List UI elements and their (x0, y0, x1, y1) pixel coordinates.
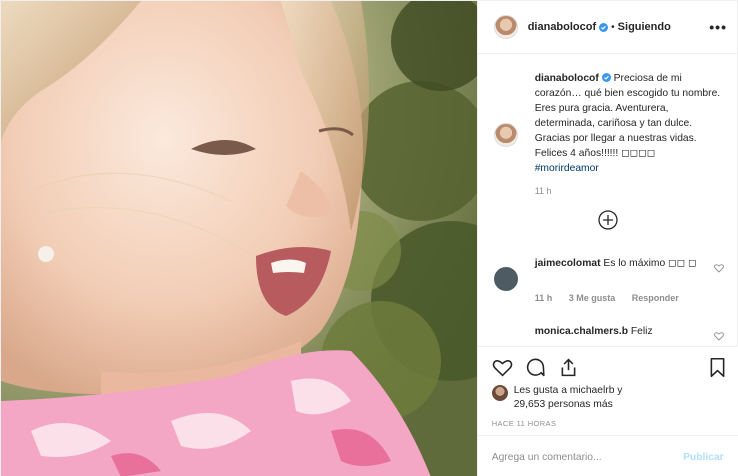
comment-body: monica.chalmers.b Feliz (535, 325, 730, 338)
separator-dot: • (611, 21, 615, 33)
action-icons (492, 357, 727, 379)
post-caption: dianabolocof Preciosa de mi corazón… qué… (493, 71, 730, 199)
comment-like-heart-icon[interactable] (713, 263, 724, 273)
comment-like-heart-icon[interactable] (713, 331, 724, 341)
caption-text: dianabolocof Preciosa de mi corazón… qué… (535, 71, 730, 199)
girl-portrait-image (1, 1, 477, 476)
bookmark-icon[interactable] (708, 357, 727, 378)
caption-username[interactable]: dianabolocof (535, 73, 599, 84)
comment-text: Feliz (630, 326, 653, 337)
caption-time[interactable]: 11 h (535, 184, 730, 199)
add-circle-icon[interactable] (598, 210, 618, 230)
post-actions: Les gusta a michaelrb y 29,653 personas … (477, 346, 738, 476)
comment-likes[interactable]: 3 Me gusta (569, 293, 616, 303)
comment-input[interactable] (491, 451, 684, 463)
verified-badge-icon (601, 73, 611, 82)
comment-meta: 11 h 3 Me gusta Responder (535, 292, 730, 305)
comment-item: jaimecolomat Es lo máximo ◻◻ ◻ 11 h 3 Me… (493, 257, 730, 305)
comment-icon[interactable] (525, 357, 546, 378)
instagram-post: dianabolocof • Siguiendo ••• dianaboloco… (0, 0, 738, 476)
publish-button[interactable]: Publicar (683, 452, 724, 463)
comment-text: Es lo máximo ◻◻ ◻ (603, 258, 697, 269)
author-username[interactable]: dianabolocof (528, 21, 596, 33)
add-comment-bar: Publicar (477, 435, 738, 476)
comment-body: jaimecolomat Es lo máximo ◻◻ ◻ 11 h 3 Me… (535, 257, 730, 305)
likes-text: Les gusta a michaelrb y 29,653 personas … (514, 384, 623, 412)
share-icon[interactable] (558, 357, 579, 378)
heart-icon[interactable] (492, 357, 513, 378)
post-time[interactable]: HACE 11 HORAS (492, 419, 557, 428)
liker-avatar[interactable] (491, 385, 508, 401)
author-avatar[interactable] (493, 15, 518, 39)
likes-summary[interactable]: Les gusta a michaelrb y 29,653 personas … (491, 384, 623, 412)
more-options-icon[interactable]: ••• (709, 19, 727, 35)
caption-author-avatar[interactable] (493, 123, 518, 147)
post-header: dianabolocof • Siguiendo ••• (477, 1, 737, 54)
comment-username[interactable]: jaimecolomat (535, 258, 601, 269)
caption-body: Preciosa de mi corazón… qué bien escogid… (534, 73, 721, 159)
caption-hashtag[interactable]: #morirdeamor (535, 161, 730, 176)
reply-button[interactable]: Responder (632, 293, 679, 303)
likes-line-1: Les gusta a michaelrb y (513, 385, 623, 396)
verified-badge-icon (599, 22, 609, 32)
following-button[interactable]: Siguiendo (618, 21, 671, 33)
comment-time[interactable]: 11 h (535, 293, 553, 303)
likes-line-2[interactable]: 29,653 personas más (514, 398, 623, 412)
comment-item: monica.chalmers.b Feliz (494, 325, 730, 341)
comment-username[interactable]: monica.chalmers.b (535, 326, 628, 337)
post-side-panel: dianabolocof • Siguiendo ••• dianaboloco… (476, 1, 738, 476)
commenter-avatar[interactable] (493, 267, 518, 291)
post-photo[interactable] (1, 1, 477, 476)
